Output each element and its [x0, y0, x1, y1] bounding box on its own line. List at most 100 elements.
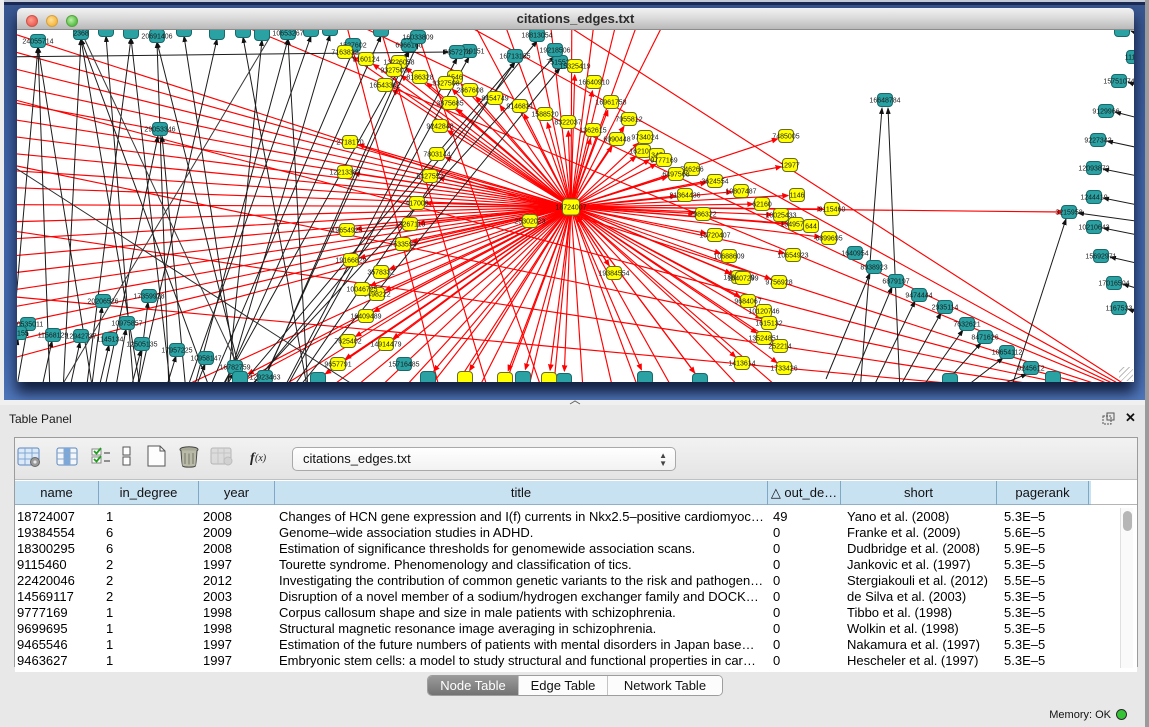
svg-text:3578332: 3578332	[367, 270, 394, 277]
svg-text:2935114: 2935114	[932, 305, 959, 312]
svg-text:2867608: 2867608	[456, 88, 483, 95]
svg-text:9734024: 9734024	[631, 135, 658, 142]
svg-text:19218506: 19218506	[539, 48, 570, 55]
svg-text:17957225: 17957225	[161, 348, 192, 355]
svg-text:7986322: 7986322	[689, 212, 716, 219]
svg-text:644: 644	[805, 224, 817, 231]
svg-text:3624554: 3624554	[701, 179, 728, 186]
svg-text:1413614: 1413614	[728, 361, 755, 368]
svg-text:9160124: 9160124	[352, 57, 379, 64]
svg-text:9129966: 9129966	[1092, 109, 1119, 116]
svg-text:16713155: 16713155	[499, 54, 530, 61]
svg-text:10210643: 10210643	[1078, 225, 1109, 232]
svg-text:15692971: 15692971	[1085, 254, 1116, 261]
svg-text:7955812: 7955812	[615, 117, 642, 124]
svg-text:16033809: 16033809	[402, 35, 433, 42]
svg-text:7803144: 7803144	[423, 152, 450, 159]
svg-text:1733426: 1733426	[770, 366, 797, 373]
svg-text:21364436: 21364436	[669, 193, 700, 200]
svg-text:15716485: 15716485	[388, 362, 419, 369]
svg-text:16409489: 16409489	[350, 314, 381, 321]
svg-text:9115460: 9115460	[819, 207, 846, 214]
svg-text:6899695: 6899695	[815, 236, 842, 243]
svg-text:29053346: 29053346	[144, 127, 175, 134]
svg-text:9657791: 9657791	[324, 362, 351, 369]
svg-text:18724007: 18724007	[555, 205, 586, 212]
svg-text:8938923: 8938923	[860, 265, 887, 272]
svg-text:8471626: 8471626	[971, 335, 998, 342]
svg-text:2718170: 2718170	[336, 140, 363, 147]
svg-text:10807487: 10807487	[725, 189, 756, 196]
svg-text:15325419: 15325419	[559, 64, 590, 71]
svg-text:20691406: 20691406	[141, 34, 172, 41]
svg-text:16648784: 16648784	[869, 98, 900, 105]
svg-text:24055714: 24055714	[22, 39, 53, 46]
svg-text:1588520: 1588520	[531, 112, 558, 119]
svg-text:3215958: 3215958	[1055, 210, 1082, 217]
svg-text:12505135: 12505135	[126, 342, 157, 349]
svg-text:9327508: 9327508	[432, 81, 459, 88]
svg-text:8454749: 8454749	[481, 96, 508, 103]
svg-text:39155: 39155	[17, 331, 29, 338]
svg-text:1167533: 1167533	[1106, 306, 1133, 313]
svg-text:9245612: 9245612	[1017, 366, 1044, 373]
svg-text:10653267: 10653267	[272, 31, 303, 38]
svg-text:16543362: 16543362	[369, 83, 400, 90]
svg-text:7632621: 7632621	[953, 322, 980, 329]
svg-text:9327503: 9327503	[380, 68, 407, 75]
svg-text:18407299: 18407299	[727, 276, 758, 283]
svg-text:2368: 2368	[73, 31, 89, 38]
svg-text:13267110: 13267110	[395, 222, 426, 229]
svg-text:10688609: 10688609	[713, 254, 744, 261]
svg-text:3875685: 3875685	[436, 101, 463, 108]
svg-text:7485005: 7485005	[772, 134, 799, 141]
svg-text:9684067: 9684067	[734, 299, 761, 306]
svg-text:417006: 417006	[405, 201, 428, 208]
svg-text:1145134: 1145134	[97, 337, 124, 344]
svg-text:7163822: 7163822	[331, 50, 358, 57]
svg-text:9146821: 9146821	[506, 104, 533, 111]
svg-text:18813054: 18813054	[521, 33, 552, 40]
svg-text:19166829: 19166829	[335, 258, 366, 265]
svg-text:12977: 12977	[780, 163, 800, 170]
svg-text:17016504: 17016504	[1098, 281, 1129, 288]
svg-text:14914479: 14914479	[370, 342, 401, 349]
svg-text:7533594: 7533594	[389, 242, 416, 249]
svg-text:25302023: 25302023	[514, 219, 545, 226]
svg-text:252214: 252214	[768, 344, 791, 351]
svg-text:10120746: 10120746	[748, 309, 779, 316]
svg-text:15720407: 15720407	[699, 233, 730, 240]
svg-text:(x): (x)	[255, 453, 267, 464]
svg-text:17359928: 17359928	[133, 294, 164, 301]
svg-text:10958147: 10958147	[190, 356, 221, 363]
svg-text:7357274: 7357274	[443, 50, 470, 57]
svg-text:6879197: 6879197	[882, 279, 909, 286]
svg-text:19654925: 19654925	[331, 228, 362, 235]
svg-text:10654112: 10654112	[992, 350, 1023, 357]
svg-text:7625402: 7625402	[334, 339, 361, 346]
svg-text:8186328: 8186328	[406, 75, 433, 82]
svg-text:9242848: 9242848	[426, 124, 453, 131]
svg-text:6497568: 6497568	[662, 172, 689, 179]
svg-text:10654923: 10654923	[777, 253, 808, 260]
svg-text:11121: 11121	[1125, 55, 1134, 62]
svg-text:12093872: 12093872	[1078, 166, 1109, 173]
svg-text:12923463: 12923463	[249, 375, 280, 382]
svg-text:1146: 1146	[789, 193, 804, 200]
svg-text:1362615: 1362615	[579, 128, 606, 135]
svg-text:9227342: 9227342	[1084, 138, 1111, 145]
svg-text:10046725: 10046725	[346, 287, 377, 294]
svg-text:9474444: 9474444	[905, 293, 932, 300]
svg-text:19384554: 19384554	[598, 271, 629, 278]
svg-text:8427552: 8427552	[416, 174, 443, 181]
svg-text:6990448: 6990448	[603, 137, 630, 144]
svg-text:10975857: 10975857	[111, 321, 142, 328]
svg-text:16640910: 16640910	[578, 80, 609, 87]
svg-text:15751074: 15751074	[1103, 79, 1134, 86]
svg-text:16961758: 16961758	[595, 100, 626, 107]
svg-text:20206526: 20206526	[87, 299, 118, 306]
svg-text:1615132: 1615132	[755, 321, 782, 328]
svg-text:12942737: 12942737	[65, 334, 96, 341]
svg-text:1244419: 1244419	[1080, 195, 1107, 202]
svg-text:1640954: 1640954	[841, 251, 868, 258]
